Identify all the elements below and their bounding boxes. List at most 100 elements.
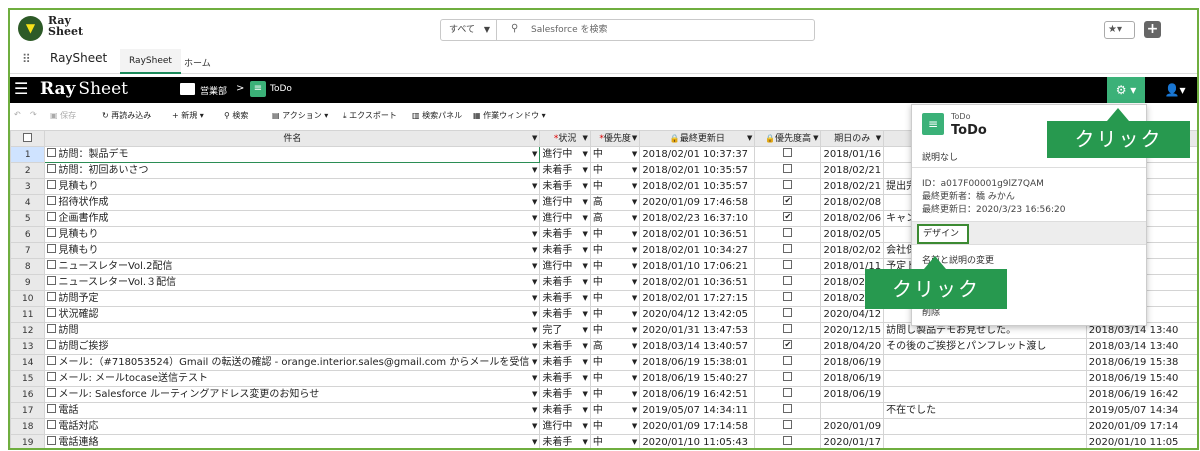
priority-cell[interactable]: 中 ▼ [589, 418, 641, 435]
priority-cell[interactable]: 高 ▼ [589, 194, 641, 211]
breadcrumb-folder[interactable]: 営業部 [200, 84, 227, 97]
row-checkbox[interactable] [47, 228, 57, 237]
chevron-down-icon[interactable]: ▼ [632, 260, 637, 274]
chevron-down-icon[interactable]: ▼ [532, 180, 537, 194]
priority-cell[interactable]: 中 ▼ [589, 306, 641, 323]
row-number[interactable]: 8 [10, 258, 46, 275]
subject-cell[interactable]: 訪問：製品デモ ▼ [44, 146, 541, 163]
high-priority-cell[interactable] [754, 338, 822, 355]
row-number[interactable]: 9 [10, 274, 46, 291]
subject-cell[interactable]: 見積もり ▼ [44, 242, 541, 259]
app-launcher-icon[interactable]: ⠿ [22, 53, 36, 67]
high-priority-cell[interactable] [754, 162, 822, 179]
note-cell[interactable] [883, 418, 1087, 435]
row-checkbox[interactable] [47, 180, 57, 189]
row-number[interactable]: 2 [10, 162, 46, 179]
last-modified-cell[interactable]: 2020/04/12 13:42:05 [639, 306, 756, 323]
high-priority-checkbox[interactable] [783, 324, 793, 333]
high-priority-checkbox[interactable] [783, 180, 793, 189]
tab-home[interactable]: ホーム [184, 56, 211, 69]
status-cell[interactable]: 進行中 ▼ [539, 146, 591, 163]
header-due[interactable]: 期日のみ ▼ [820, 130, 885, 147]
chevron-down-icon[interactable]: ▼ [632, 180, 637, 194]
extra-cell[interactable]: 2018/06/19 15:40 [1085, 370, 1197, 387]
due-cell[interactable]: 2018/02/02 [820, 242, 885, 259]
row-checkbox[interactable] [47, 420, 57, 429]
chevron-down-icon[interactable]: ▼ [813, 132, 818, 146]
chevron-down-icon[interactable]: ▼ [632, 212, 637, 226]
tab-raysheet[interactable]: RaySheet [120, 49, 181, 74]
due-cell[interactable]: 2018/04/20 [820, 338, 885, 355]
status-cell[interactable]: 未着手 ▼ [539, 338, 591, 355]
chevron-down-icon[interactable]: ▼ [532, 276, 537, 290]
chevron-down-icon[interactable]: ▼ [532, 372, 537, 386]
last-modified-cell[interactable]: 2018/02/01 10:36:51 [639, 226, 756, 243]
status-cell[interactable]: 未着手 ▼ [539, 226, 591, 243]
row-number[interactable]: 15 [10, 370, 46, 387]
chevron-down-icon[interactable]: ▼ [582, 164, 587, 178]
due-cell[interactable]: 2018/02/08 [820, 194, 885, 211]
chevron-down-icon[interactable]: ▼ [582, 436, 587, 449]
chevron-down-icon[interactable]: ▼ [532, 244, 537, 258]
high-priority-cell[interactable] [754, 242, 822, 259]
status-cell[interactable]: 未着手 ▼ [539, 386, 591, 403]
chevron-down-icon[interactable]: ▼ [632, 308, 637, 322]
high-priority-checkbox[interactable] [783, 244, 793, 253]
raysheet-logo-icon[interactable]: ▼ [18, 16, 43, 41]
chevron-down-icon[interactable]: ▼ [632, 420, 637, 434]
due-cell[interactable] [820, 402, 885, 419]
undo-icon[interactable]: ↶ [14, 110, 21, 119]
row-number[interactable]: 4 [10, 194, 46, 211]
row-checkbox[interactable] [47, 276, 57, 285]
high-priority-cell[interactable] [754, 226, 822, 243]
search-panel-button[interactable]: ▥ 検索パネル [412, 110, 462, 121]
subject-cell[interactable]: メール: メールtocase送信テスト ▼ [44, 370, 541, 387]
chevron-down-icon[interactable]: ▼ [632, 372, 637, 386]
high-priority-checkbox[interactable] [783, 292, 793, 301]
extra-cell[interactable]: 2018/03/14 13:40 [1085, 338, 1197, 355]
chevron-down-icon[interactable]: ▼ [532, 308, 537, 322]
high-priority-checkbox[interactable] [783, 404, 793, 413]
priority-cell[interactable]: 中 ▼ [589, 370, 641, 387]
priority-cell[interactable]: 高 ▼ [589, 338, 641, 355]
high-priority-checkbox[interactable] [783, 372, 793, 381]
row-checkbox[interactable] [47, 164, 57, 173]
high-priority-cell[interactable] [754, 210, 822, 227]
note-cell[interactable] [883, 386, 1087, 403]
header-subject[interactable]: 件名 ▼ [44, 130, 541, 147]
last-modified-cell[interactable]: 2018/02/01 10:37:37 [639, 146, 756, 163]
chevron-down-icon[interactable]: ▼ [532, 260, 537, 274]
chevron-down-icon[interactable]: ▼ [582, 420, 587, 434]
row-checkbox[interactable] [47, 148, 57, 157]
last-modified-cell[interactable]: 2018/02/01 10:34:27 [639, 242, 756, 259]
chevron-down-icon[interactable]: ▼ [876, 132, 881, 146]
subject-cell[interactable]: メール: Salesforce ルーティングアドレス変更のお知らせ ▼ [44, 386, 541, 403]
table-row[interactable]: 16 メール: Salesforce ルーティングアドレス変更のお知らせ ▼ 未着手 ▼… [10, 386, 1197, 403]
search-button[interactable]: ⚲ 検索 [224, 110, 248, 121]
chevron-down-icon[interactable]: ▼ [632, 228, 637, 242]
chevron-down-icon[interactable]: ▼ [532, 324, 537, 338]
chevron-down-icon[interactable]: ▼ [582, 404, 587, 418]
chevron-down-icon[interactable]: ▼ [632, 324, 637, 338]
chevron-down-icon[interactable]: ▼ [532, 228, 537, 242]
chevron-down-icon[interactable]: ▼ [582, 372, 587, 386]
subject-cell[interactable]: ニュースレターVol.2配信 ▼ [44, 258, 541, 275]
due-cell[interactable]: 2018/02/21 [820, 178, 885, 195]
status-cell[interactable]: 未着手 ▼ [539, 354, 591, 371]
chevron-down-icon[interactable]: ▼ [582, 324, 587, 338]
high-priority-checkbox[interactable] [783, 228, 793, 237]
status-cell[interactable]: 未着手 ▼ [539, 274, 591, 291]
high-priority-cell[interactable] [754, 386, 822, 403]
subject-cell[interactable]: 訪問予定 ▼ [44, 290, 541, 307]
menu-icon[interactable]: ☰ [14, 81, 28, 97]
header-last-modified[interactable]: 🔒最終更新日 ▼ [639, 130, 756, 147]
subject-cell[interactable]: 見積もり ▼ [44, 226, 541, 243]
status-cell[interactable]: 未着手 ▼ [539, 434, 591, 449]
header-high-priority[interactable]: 🔒優先度高 ▼ [754, 130, 822, 147]
last-modified-cell[interactable]: 2018/06/19 15:38:01 [639, 354, 756, 371]
high-priority-checkbox[interactable] [783, 388, 793, 397]
chevron-down-icon[interactable]: ▼ [582, 212, 587, 226]
chevron-down-icon[interactable]: ▼ [632, 436, 637, 449]
subject-cell[interactable]: 見積もり ▼ [44, 178, 541, 195]
high-priority-checkbox[interactable] [783, 196, 793, 208]
